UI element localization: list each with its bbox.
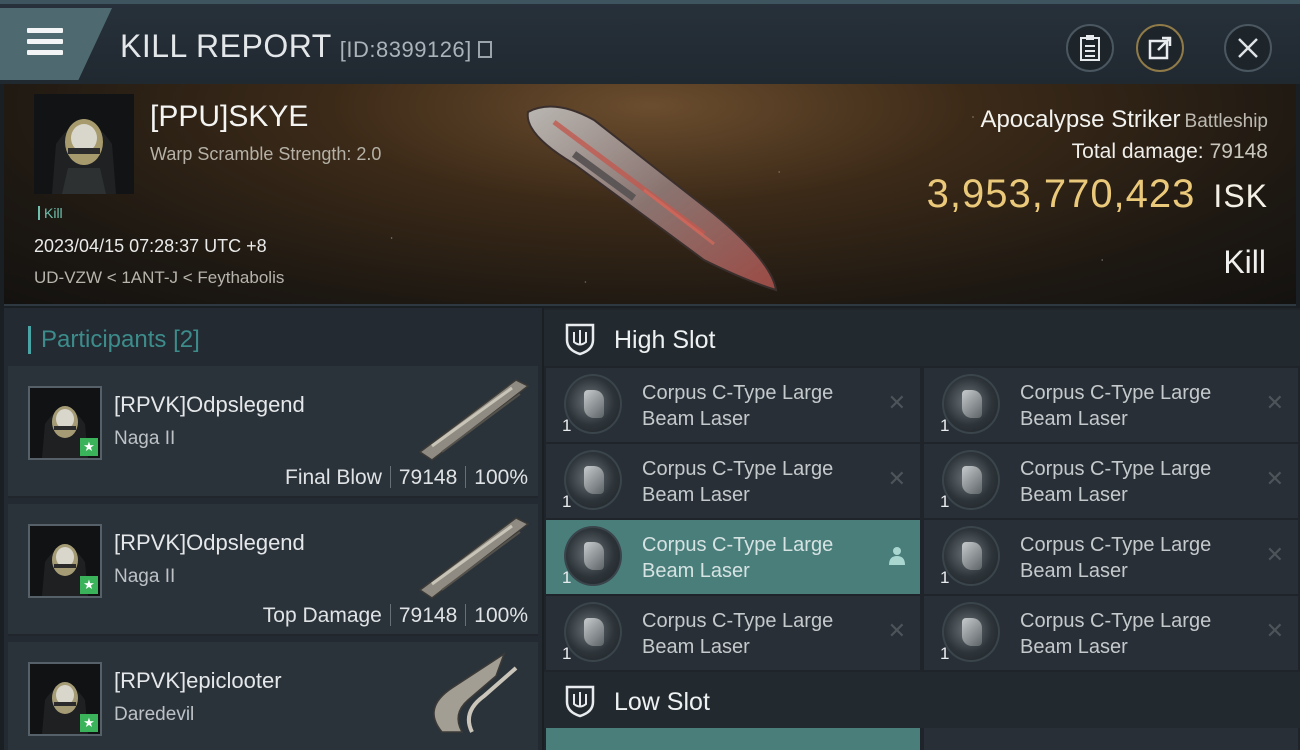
- kill-location: UD-VZW < 1ANT-J < Feythabolis: [34, 268, 285, 287]
- shield-icon: [565, 323, 595, 356]
- low-slot-label: Low Slot: [614, 688, 710, 716]
- title-text: KILL REPORT: [120, 28, 332, 64]
- item-quantity: 1: [940, 416, 950, 435]
- participant-row[interactable]: ★ [RPVK]Odpslegend Naga II Final Blow 791…: [8, 366, 538, 498]
- shield-icon: [565, 685, 595, 718]
- page-title: KILL REPORT [ID:8399126]: [120, 28, 492, 65]
- kill-datetime: 2023/04/15 07:28:37 UTC +8: [34, 236, 267, 256]
- participant-ship: Naga II: [114, 428, 176, 449]
- item-name: Corpus C-Type Large Beam Laser: [642, 534, 834, 582]
- x-icon: ✕: [1265, 618, 1284, 643]
- victim-avatar[interactable]: [34, 94, 134, 194]
- avatar[interactable]: ★: [28, 662, 102, 736]
- item-quantity: 1: [562, 416, 572, 435]
- item-quantity: 1: [940, 568, 950, 587]
- clipboard-button[interactable]: [1066, 24, 1114, 72]
- participant-name[interactable]: [RPVK]Odpslegend: [114, 392, 305, 418]
- module-icon: [942, 526, 1000, 586]
- participant-name[interactable]: [RPVK]Odpslegend: [114, 530, 305, 556]
- star-icon: ★: [80, 576, 98, 594]
- participant-row[interactable]: ★ [RPVK]Odpslegend Naga II Top Damage 791…: [8, 504, 538, 636]
- slot-item[interactable]: 1 Corpus C-Type Large Beam Laser ✕: [546, 596, 920, 670]
- isk-value: 3,953,770,423 ISK: [926, 172, 1268, 216]
- participants-panel: Participants [2] ★ [RPVK]Odpslegend Naga…: [4, 308, 542, 750]
- high-slot-label: High Slot: [614, 326, 716, 354]
- module-icon: [564, 450, 622, 510]
- participant-stats: Final Blow 79148 100%: [285, 466, 528, 489]
- item-quantity: 1: [562, 644, 572, 663]
- x-icon: ✕: [887, 390, 906, 415]
- item-quantity: 1: [562, 568, 572, 587]
- victim-ship-image: [526, 105, 778, 292]
- slot-item[interactable]: 1 Corpus C-Type Large Beam Laser ✕: [924, 596, 1298, 670]
- x-icon: ✕: [887, 618, 906, 643]
- victim-ship-name[interactable]: Apocalypse Striker Battleship: [980, 106, 1268, 134]
- module-icon: [942, 374, 1000, 434]
- copy-icon[interactable]: [477, 41, 492, 58]
- item-name: Corpus C-Type Large Beam Laser: [1020, 458, 1212, 506]
- module-icon: [942, 602, 1000, 662]
- low-slot-header[interactable]: Low Slot: [544, 672, 1300, 728]
- close-icon: [1238, 38, 1258, 58]
- total-damage: Total damage: 79148: [1071, 140, 1268, 163]
- title-bar: KILL REPORT [ID:8399126]: [0, 0, 1300, 84]
- kill-tag: Kill: [38, 206, 63, 220]
- x-icon: ✕: [887, 466, 906, 491]
- avatar[interactable]: ★: [28, 524, 102, 598]
- x-icon: ✕: [1265, 390, 1284, 415]
- share-icon: [1148, 36, 1172, 60]
- participant-ship-image: [433, 652, 518, 733]
- participant-ship-image: [418, 517, 530, 599]
- person-icon: [889, 547, 905, 565]
- warp-scramble-strength: Warp Scramble Strength: 2.0: [150, 144, 382, 164]
- item-quantity: 1: [562, 492, 572, 511]
- fitting-panel: High Slot 1 Corpus C-Type Large Beam Las…: [544, 308, 1300, 750]
- slot-item-dropped[interactable]: 1 Corpus C-Type Large Beam Laser: [546, 520, 920, 594]
- x-icon: ✕: [1265, 466, 1284, 491]
- participant-name[interactable]: [RPVK]epiclooter: [114, 668, 282, 694]
- item-name: Corpus C-Type Large Beam Laser: [642, 458, 834, 506]
- x-icon: ✕: [1265, 542, 1284, 567]
- clipboard-icon: [1080, 35, 1100, 61]
- item-quantity: 1: [940, 492, 950, 511]
- victim-name[interactable]: [PPU]SKYE: [150, 100, 308, 134]
- participant-ship-image: [418, 379, 530, 461]
- share-button[interactable]: [1136, 24, 1184, 72]
- participant-ship: Daredevil: [114, 704, 195, 725]
- participant-row[interactable]: ★ [RPVK]epiclooter Daredevil: [8, 642, 538, 750]
- high-slot-header[interactable]: High Slot: [544, 310, 1300, 366]
- slot-item[interactable]: 1 Corpus C-Type Large Beam Laser ✕: [924, 444, 1298, 518]
- slot-item[interactable]: 1 Corpus C-Type Large Beam Laser ✕: [924, 520, 1298, 594]
- item-quantity: 1: [940, 644, 950, 663]
- slot-item[interactable]: 1 Corpus C-Type Large Beam Laser ✕: [546, 444, 920, 518]
- kill-result-label: Kill: [1223, 244, 1266, 280]
- participants-header: Participants [2]: [28, 326, 200, 354]
- slot-item-partial[interactable]: [546, 728, 920, 750]
- slot-item-partial[interactable]: [924, 728, 1298, 750]
- participant-ship: Naga II: [114, 566, 176, 587]
- close-button[interactable]: [1224, 24, 1272, 72]
- item-name: Corpus C-Type Large Beam Laser: [642, 382, 834, 430]
- avatar[interactable]: ★: [28, 386, 102, 460]
- menu-button[interactable]: [0, 8, 112, 80]
- slot-item[interactable]: 1 Corpus C-Type Large Beam Laser ✕: [924, 368, 1298, 442]
- slot-item[interactable]: 1 Corpus C-Type Large Beam Laser ✕: [546, 368, 920, 442]
- report-id: [ID:8399126]: [339, 37, 472, 62]
- item-name: Corpus C-Type Large Beam Laser: [642, 610, 834, 658]
- star-icon: ★: [80, 714, 98, 732]
- module-icon: [942, 450, 1000, 510]
- kill-banner: [PPU]SKYE Warp Scramble Strength: 2.0 Ki…: [4, 84, 1296, 306]
- module-icon: [564, 374, 622, 434]
- item-name: Corpus C-Type Large Beam Laser: [1020, 382, 1212, 430]
- module-icon: [564, 602, 622, 662]
- item-name: Corpus C-Type Large Beam Laser: [1020, 534, 1212, 582]
- module-icon: [564, 526, 622, 586]
- ship-class: Battleship: [1184, 111, 1268, 132]
- star-icon: ★: [80, 438, 98, 456]
- item-name: Corpus C-Type Large Beam Laser: [1020, 610, 1212, 658]
- participant-stats: Top Damage 79148 100%: [262, 604, 528, 627]
